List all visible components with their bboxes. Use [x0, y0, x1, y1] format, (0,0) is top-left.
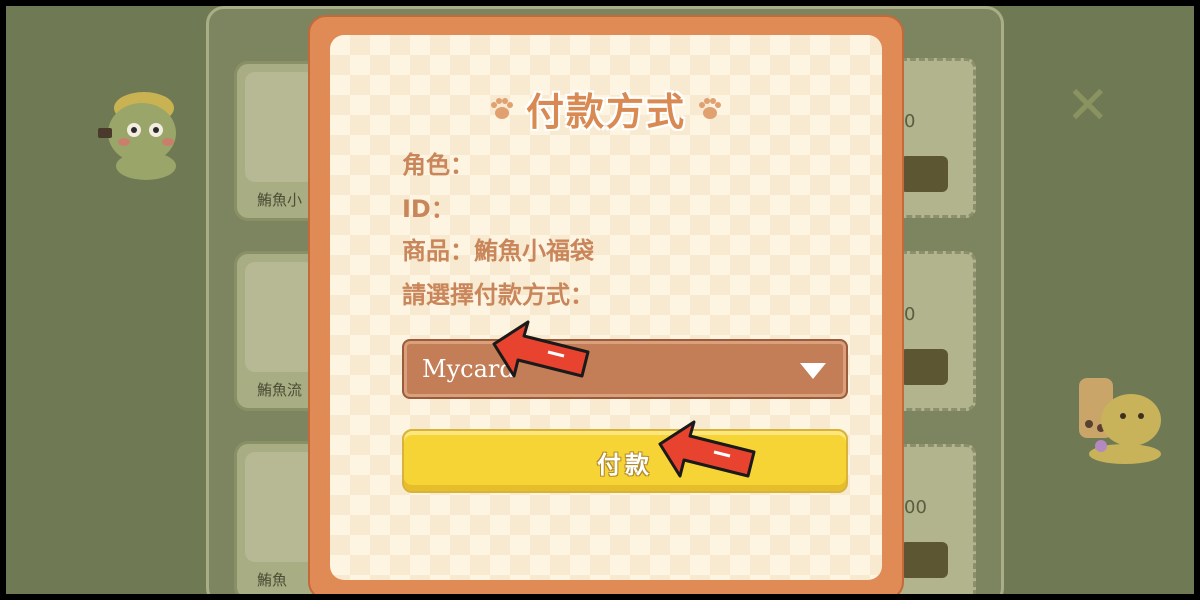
pay-button-label: 付款	[597, 451, 653, 479]
yellow-cat-mascot-icon	[1079, 378, 1161, 464]
paw-icon	[490, 97, 513, 119]
id-label: ID：	[402, 195, 455, 223]
price-text: 00	[904, 497, 927, 518]
character-label: 角色：	[402, 151, 474, 179]
payment-method-dialog: 付款方式 角色： ID： 商品：鮪魚小福袋 請選擇付款方式： Mycard 付款	[308, 15, 904, 594]
payment-prompt-label: 請選擇付款方式：	[402, 281, 594, 309]
buy-button-background	[900, 542, 948, 578]
price-text: 0	[904, 111, 916, 132]
product-label: 商品：鮪魚小福袋	[402, 237, 594, 265]
pay-button[interactable]: 付款	[402, 429, 848, 493]
buy-button-background	[900, 156, 948, 192]
price-text: 0	[904, 304, 916, 325]
buy-button-background	[900, 349, 948, 385]
close-x-icon: ✕	[1066, 76, 1110, 136]
green-cat-mascot-icon	[98, 92, 176, 180]
dropdown-triangle-icon	[800, 363, 826, 379]
item-thumbnail	[245, 72, 315, 182]
dialog-title-row: 付款方式	[330, 81, 882, 136]
dialog-content: 付款方式 角色： ID： 商品：鮪魚小福袋 請選擇付款方式： Mycard 付款	[330, 35, 882, 580]
red-arrow-annotation	[492, 320, 590, 378]
dialog-title: 付款方式	[525, 90, 686, 134]
red-arrow-annotation	[658, 420, 756, 478]
item-thumbnail	[245, 452, 315, 562]
payment-method-select[interactable]: Mycard	[402, 339, 848, 399]
item-thumbnail	[245, 262, 315, 372]
game-screen: 鮪魚小 鮪魚流 鮪魚 0 0 00 ✕ 付款方式 角色： ID： 商品：鮪魚小福…	[6, 6, 1194, 594]
paw-icon	[699, 97, 722, 119]
